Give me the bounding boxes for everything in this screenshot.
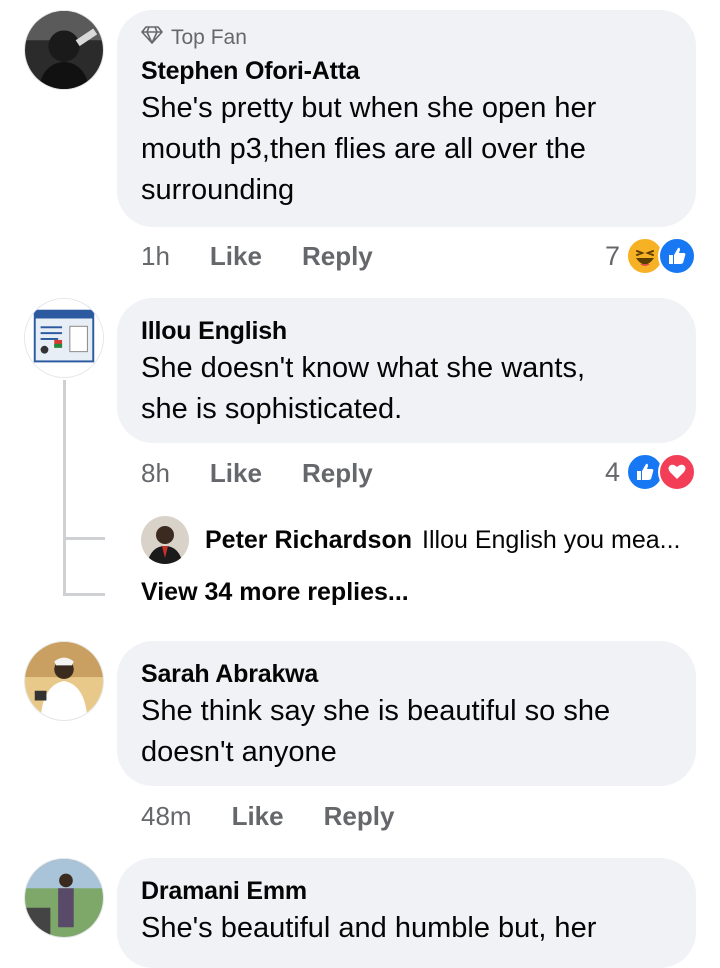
comment-author[interactable]: Dramani Emm	[141, 874, 672, 908]
comment-text-line: She's pretty but when she open her	[141, 92, 597, 124]
comment-time[interactable]: 48m	[141, 801, 192, 832]
comment-author[interactable]: Stephen Ofori-Atta	[141, 54, 672, 88]
comment-bubble: Dramani Emm She's beautiful and humble b…	[117, 858, 696, 968]
reaction-summary[interactable]: 7	[605, 236, 696, 276]
thread-connector	[63, 593, 105, 596]
comment-bubble: Top Fan Stephen Ofori-Atta She's pretty …	[117, 10, 696, 227]
comment-text-line: surrounding	[141, 174, 295, 206]
comment-actions: 1h Like Reply	[141, 236, 413, 276]
avatar-stephen[interactable]	[24, 10, 104, 90]
reaction-count: 7	[604, 240, 620, 271]
comment-actions: 48m Like Reply	[141, 796, 434, 836]
reply-button[interactable]: Reply	[302, 241, 373, 272]
comment-time[interactable]: 1h	[141, 241, 170, 272]
comment-text-line: She doesn't know what she wants,	[141, 352, 586, 384]
comment-bubble: Illou English She doesn't know what she …	[117, 298, 696, 443]
reply-button[interactable]: Reply	[302, 458, 373, 489]
like-button[interactable]: Like	[210, 241, 262, 272]
reply-text: Illou English you mea...	[422, 525, 681, 554]
reply-button[interactable]: Reply	[324, 801, 395, 832]
reaction-count: 4	[604, 456, 620, 487]
comment-bubble: Sarah Abrakwa She think say she is beaut…	[117, 641, 696, 786]
thread-line	[63, 380, 66, 595]
comment-author[interactable]: Sarah Abrakwa	[141, 657, 672, 691]
badge-label: Top Fan	[171, 26, 247, 49]
like-button[interactable]: Like	[232, 801, 284, 832]
avatar-dramani[interactable]	[24, 858, 104, 938]
like-icon	[658, 237, 696, 275]
comment-text-line: She think say she is beautiful so she	[141, 695, 611, 727]
like-button[interactable]: Like	[210, 458, 262, 489]
comment-text-line: She's beautiful and humble but, her	[141, 912, 597, 944]
comment-author[interactable]: Illou English	[141, 314, 672, 348]
top-fan-badge[interactable]: Top Fan	[141, 24, 672, 52]
reaction-summary[interactable]: 4	[605, 452, 696, 492]
comment-time[interactable]: 8h	[141, 458, 170, 489]
love-icon	[658, 453, 696, 491]
reply-preview[interactable]: Peter Richardson Illou English you mea..…	[141, 516, 681, 564]
avatar-illou[interactable]	[24, 298, 104, 378]
diamond-icon	[141, 25, 163, 51]
thread-connector	[63, 537, 105, 540]
view-more-replies-link[interactable]: View 34 more replies...	[141, 578, 409, 607]
comment-text-line: doesn't anyone	[141, 736, 337, 768]
comment-actions: 8h Like Reply	[141, 453, 413, 493]
avatar-sarah[interactable]	[24, 641, 104, 721]
comment-text-line: she is sophisticated.	[141, 393, 403, 425]
reply-author[interactable]: Peter Richardson	[205, 526, 412, 555]
comment-text-line: mouth p3,then flies are all over the	[141, 133, 586, 165]
